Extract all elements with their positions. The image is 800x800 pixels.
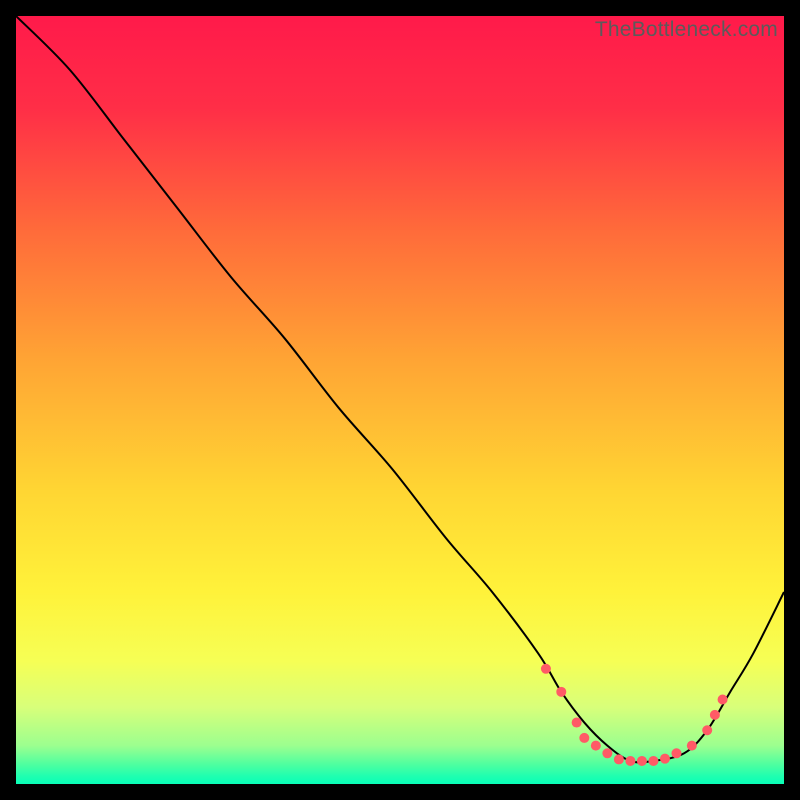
marker-point <box>718 695 728 705</box>
chart-background <box>16 16 784 784</box>
marker-point <box>625 756 635 766</box>
marker-point <box>614 754 624 764</box>
marker-point <box>556 687 566 697</box>
marker-point <box>710 710 720 720</box>
marker-point <box>591 741 601 751</box>
marker-point <box>602 748 612 758</box>
marker-point <box>648 756 658 766</box>
marker-point <box>637 756 647 766</box>
chart-frame: TheBottleneck.com <box>16 16 784 784</box>
marker-point <box>541 664 551 674</box>
watermark-text: TheBottleneck.com <box>595 18 778 42</box>
marker-point <box>671 748 681 758</box>
marker-point <box>702 725 712 735</box>
marker-point <box>572 718 582 728</box>
bottleneck-chart <box>16 16 784 784</box>
marker-point <box>660 754 670 764</box>
marker-point <box>579 733 589 743</box>
marker-point <box>687 741 697 751</box>
